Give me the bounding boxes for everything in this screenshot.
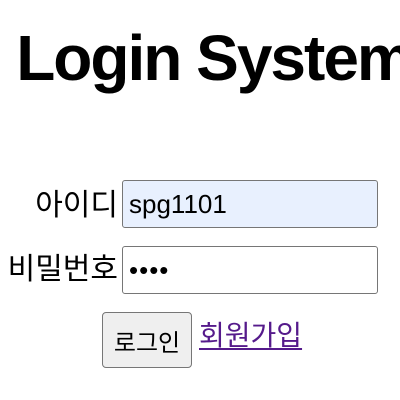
id-label: 아이디: [35, 188, 118, 223]
page-title: Login System: [16, 22, 400, 94]
password-row: 비밀번호: [0, 244, 400, 296]
password-input[interactable]: [122, 246, 378, 294]
password-label: 비밀번호: [7, 252, 118, 287]
id-row: 아이디: [0, 180, 400, 232]
login-button[interactable]: 로그인: [102, 312, 192, 368]
form-actions: 로그인 회원가입: [0, 310, 400, 370]
id-input[interactable]: [122, 180, 378, 228]
signup-link[interactable]: 회원가입: [199, 316, 302, 356]
